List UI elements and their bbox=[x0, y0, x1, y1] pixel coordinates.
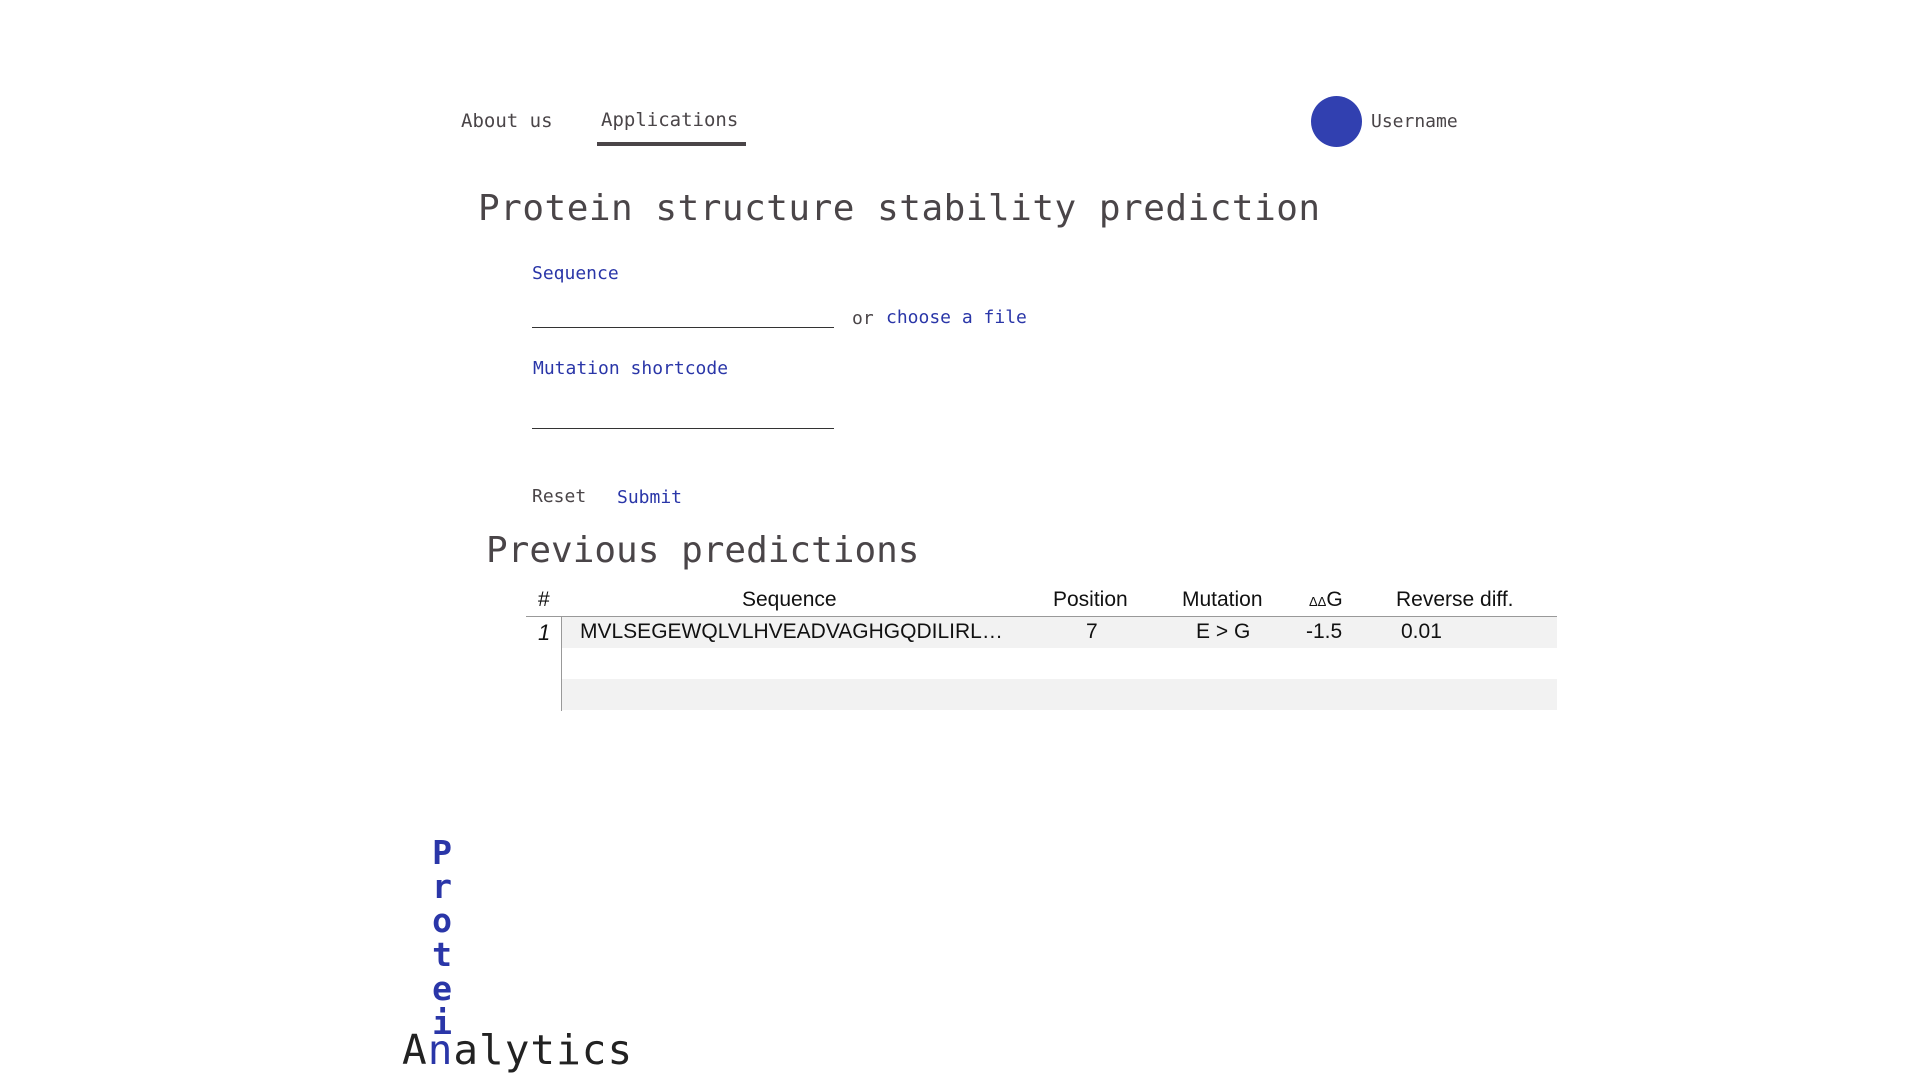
mutation-label: Mutation shortcode bbox=[533, 358, 729, 379]
or-text: or bbox=[852, 308, 874, 329]
cell-reverse-diff: 0.01 bbox=[1401, 620, 1442, 643]
avatar[interactable] bbox=[1311, 96, 1362, 147]
nav-active-underline bbox=[597, 142, 746, 146]
cell-sequence: MVLSEGEWQLVLHVEADVAGHGQDILIRLFKSHPETLEKF bbox=[580, 620, 1010, 643]
row-number-divider bbox=[561, 617, 562, 711]
ddg-g-symbol: G bbox=[1326, 588, 1343, 611]
column-header-reverse-diff[interactable]: Reverse diff. bbox=[1396, 588, 1514, 612]
nav-applications[interactable]: Applications bbox=[601, 109, 738, 131]
table-row-empty bbox=[562, 679, 1557, 710]
predictions-table: # Sequence Position Mutation ΔΔG Reverse… bbox=[526, 585, 1557, 711]
logo-word-rest: alytics bbox=[453, 1026, 634, 1074]
table-row-empty bbox=[562, 648, 1557, 679]
logo-analytics: Analytics bbox=[402, 1026, 633, 1074]
previous-predictions-title: Previous predictions bbox=[486, 530, 920, 571]
column-header-position[interactable]: Position bbox=[1053, 588, 1128, 612]
nav-about-us[interactable]: About us bbox=[461, 110, 553, 132]
column-header-ddg[interactable]: ΔΔG bbox=[1309, 588, 1343, 612]
ddg-delta-symbol: ΔΔ bbox=[1309, 594, 1327, 609]
cell-position: 7 bbox=[1086, 620, 1098, 643]
cell-ddg: -1.5 bbox=[1306, 620, 1343, 643]
sequence-input[interactable] bbox=[532, 297, 834, 328]
logo-letter: e bbox=[432, 969, 452, 1008]
sequence-label: Sequence bbox=[532, 263, 619, 284]
row-number: 1 bbox=[538, 620, 551, 645]
logo-letter: o bbox=[432, 901, 452, 940]
page: About us Applications Username Protein s… bbox=[0, 0, 1920, 1080]
logo-letter-n: n bbox=[427, 1026, 454, 1074]
username[interactable]: Username bbox=[1371, 111, 1458, 132]
reset-button[interactable]: Reset bbox=[532, 486, 586, 507]
choose-file-link[interactable]: choose a file bbox=[886, 307, 1027, 328]
column-header-sequence[interactable]: Sequence bbox=[742, 588, 837, 612]
column-header-num: # bbox=[538, 588, 550, 611]
column-header-mutation[interactable]: Mutation bbox=[1182, 588, 1263, 612]
logo-letter: t bbox=[432, 935, 452, 974]
logo-letter: r bbox=[432, 867, 452, 906]
logo-letter: P bbox=[432, 833, 452, 872]
mutation-input[interactable] bbox=[532, 398, 834, 429]
page-title: Protein structure stability prediction bbox=[478, 188, 1321, 229]
logo-letter-a: A bbox=[402, 1026, 428, 1074]
cell-mutation: E > G bbox=[1196, 620, 1251, 643]
submit-button[interactable]: Submit bbox=[617, 487, 682, 508]
logo-protein-vertical: P r o t e i bbox=[428, 836, 456, 1040]
